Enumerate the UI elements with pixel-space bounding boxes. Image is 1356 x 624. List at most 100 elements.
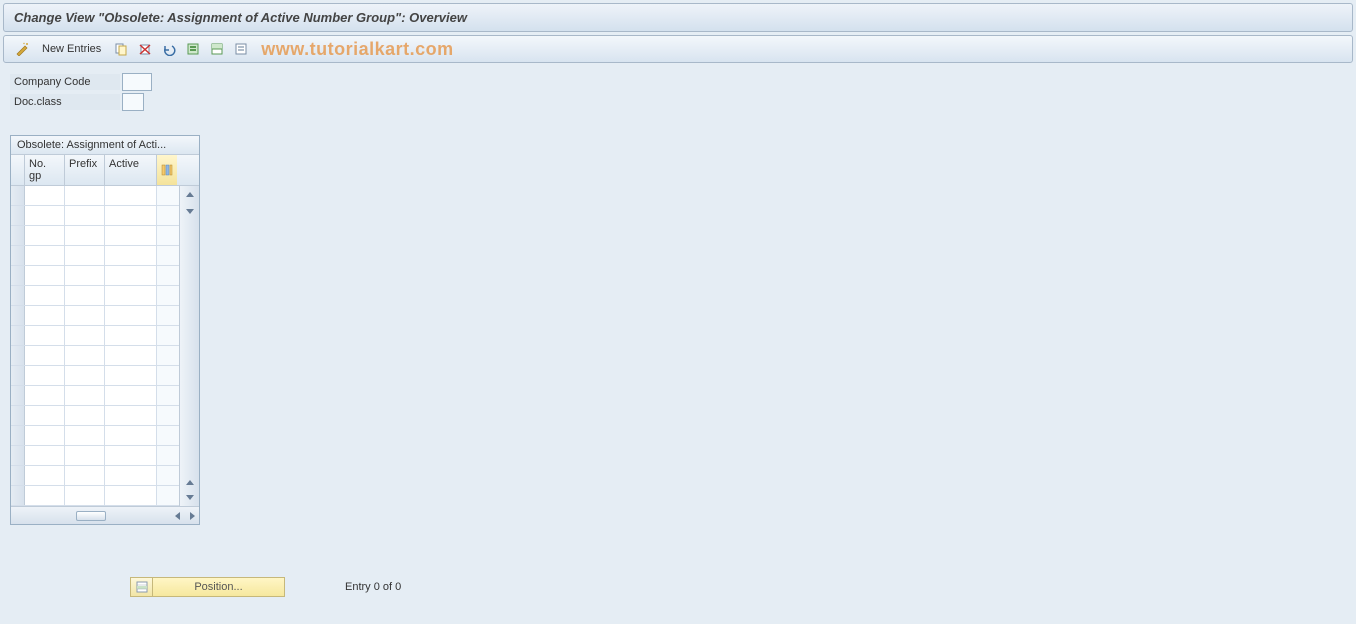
cell-active[interactable] [105, 286, 157, 305]
cell-prefix[interactable] [65, 306, 105, 325]
cell-active[interactable] [105, 486, 157, 505]
cell-active[interactable] [105, 346, 157, 365]
row-selector[interactable] [11, 206, 25, 225]
row-selector[interactable] [11, 426, 25, 445]
cell-prefix[interactable] [65, 226, 105, 245]
cell-prefix[interactable] [65, 246, 105, 265]
table-row[interactable] [11, 426, 179, 446]
new-entries-button[interactable]: New Entries [36, 39, 107, 59]
cell-active[interactable] [105, 446, 157, 465]
cell-prefix[interactable] [65, 286, 105, 305]
cell-prefix[interactable] [65, 486, 105, 505]
scroll-down-icon[interactable] [183, 490, 197, 504]
column-selector[interactable] [11, 155, 25, 185]
cell-prefix[interactable] [65, 466, 105, 485]
cell-active[interactable] [105, 226, 157, 245]
delete-icon[interactable] [135, 39, 155, 59]
wand-icon[interactable] [12, 39, 32, 59]
cell-active[interactable] [105, 246, 157, 265]
table-row[interactable] [11, 406, 179, 426]
row-selector[interactable] [11, 366, 25, 385]
table-row[interactable] [11, 326, 179, 346]
cell-prefix[interactable] [65, 386, 105, 405]
row-selector[interactable] [11, 406, 25, 425]
hscroll-left-icon[interactable] [171, 509, 185, 523]
cell-prefix[interactable] [65, 326, 105, 345]
cell-no-gp[interactable] [25, 306, 65, 325]
undo-icon[interactable] [159, 39, 179, 59]
column-active[interactable]: Active [105, 155, 157, 185]
table-row[interactable] [11, 346, 179, 366]
cell-no-gp[interactable] [25, 346, 65, 365]
row-selector[interactable] [11, 266, 25, 285]
hscroll-thumb[interactable] [76, 511, 106, 521]
cell-no-gp[interactable] [25, 486, 65, 505]
row-selector[interactable] [11, 446, 25, 465]
row-selector[interactable] [11, 346, 25, 365]
cell-active[interactable] [105, 406, 157, 425]
horizontal-scrollbar[interactable] [11, 506, 199, 524]
cell-active[interactable] [105, 386, 157, 405]
company-code-field[interactable] [122, 73, 152, 91]
vertical-scrollbar[interactable] [179, 186, 199, 506]
table-row[interactable] [11, 266, 179, 286]
cell-prefix[interactable] [65, 266, 105, 285]
copy-icon[interactable] [111, 39, 131, 59]
cell-no-gp[interactable] [25, 226, 65, 245]
deselect-icon[interactable] [231, 39, 251, 59]
row-selector[interactable] [11, 226, 25, 245]
table-row[interactable] [11, 206, 179, 226]
cell-no-gp[interactable] [25, 406, 65, 425]
row-selector[interactable] [11, 386, 25, 405]
row-selector[interactable] [11, 286, 25, 305]
row-selector[interactable] [11, 186, 25, 205]
cell-active[interactable] [105, 466, 157, 485]
cell-no-gp[interactable] [25, 206, 65, 225]
cell-no-gp[interactable] [25, 246, 65, 265]
table-row[interactable] [11, 286, 179, 306]
cell-no-gp[interactable] [25, 186, 65, 205]
cell-prefix[interactable] [65, 426, 105, 445]
table-row[interactable] [11, 466, 179, 486]
scroll-down-small-icon[interactable] [183, 204, 197, 218]
table-row[interactable] [11, 446, 179, 466]
cell-prefix[interactable] [65, 346, 105, 365]
select-all-icon[interactable] [183, 39, 203, 59]
cell-prefix[interactable] [65, 366, 105, 385]
cell-prefix[interactable] [65, 446, 105, 465]
table-row[interactable] [11, 366, 179, 386]
scroll-up-small-icon[interactable] [183, 476, 197, 490]
column-no-gp[interactable]: No. gp [25, 155, 65, 185]
row-selector[interactable] [11, 326, 25, 345]
cell-active[interactable] [105, 206, 157, 225]
position-button[interactable]: Position... [130, 577, 285, 597]
cell-no-gp[interactable] [25, 286, 65, 305]
table-row[interactable] [11, 386, 179, 406]
cell-no-gp[interactable] [25, 266, 65, 285]
row-selector[interactable] [11, 466, 25, 485]
cell-no-gp[interactable] [25, 466, 65, 485]
table-row[interactable] [11, 186, 179, 206]
configure-columns-icon[interactable] [157, 155, 177, 185]
cell-active[interactable] [105, 326, 157, 345]
cell-prefix[interactable] [65, 406, 105, 425]
scroll-up-icon[interactable] [183, 188, 197, 202]
row-selector[interactable] [11, 486, 25, 505]
doc-class-field[interactable] [122, 93, 144, 111]
hscroll-right-icon[interactable] [185, 509, 199, 523]
cell-active[interactable] [105, 266, 157, 285]
cell-no-gp[interactable] [25, 326, 65, 345]
cell-no-gp[interactable] [25, 426, 65, 445]
select-block-icon[interactable] [207, 39, 227, 59]
table-row[interactable] [11, 486, 179, 506]
cell-no-gp[interactable] [25, 366, 65, 385]
cell-prefix[interactable] [65, 186, 105, 205]
cell-prefix[interactable] [65, 206, 105, 225]
row-selector[interactable] [11, 306, 25, 325]
cell-active[interactable] [105, 186, 157, 205]
cell-active[interactable] [105, 306, 157, 325]
cell-no-gp[interactable] [25, 386, 65, 405]
table-row[interactable] [11, 306, 179, 326]
row-selector[interactable] [11, 246, 25, 265]
table-row[interactable] [11, 226, 179, 246]
